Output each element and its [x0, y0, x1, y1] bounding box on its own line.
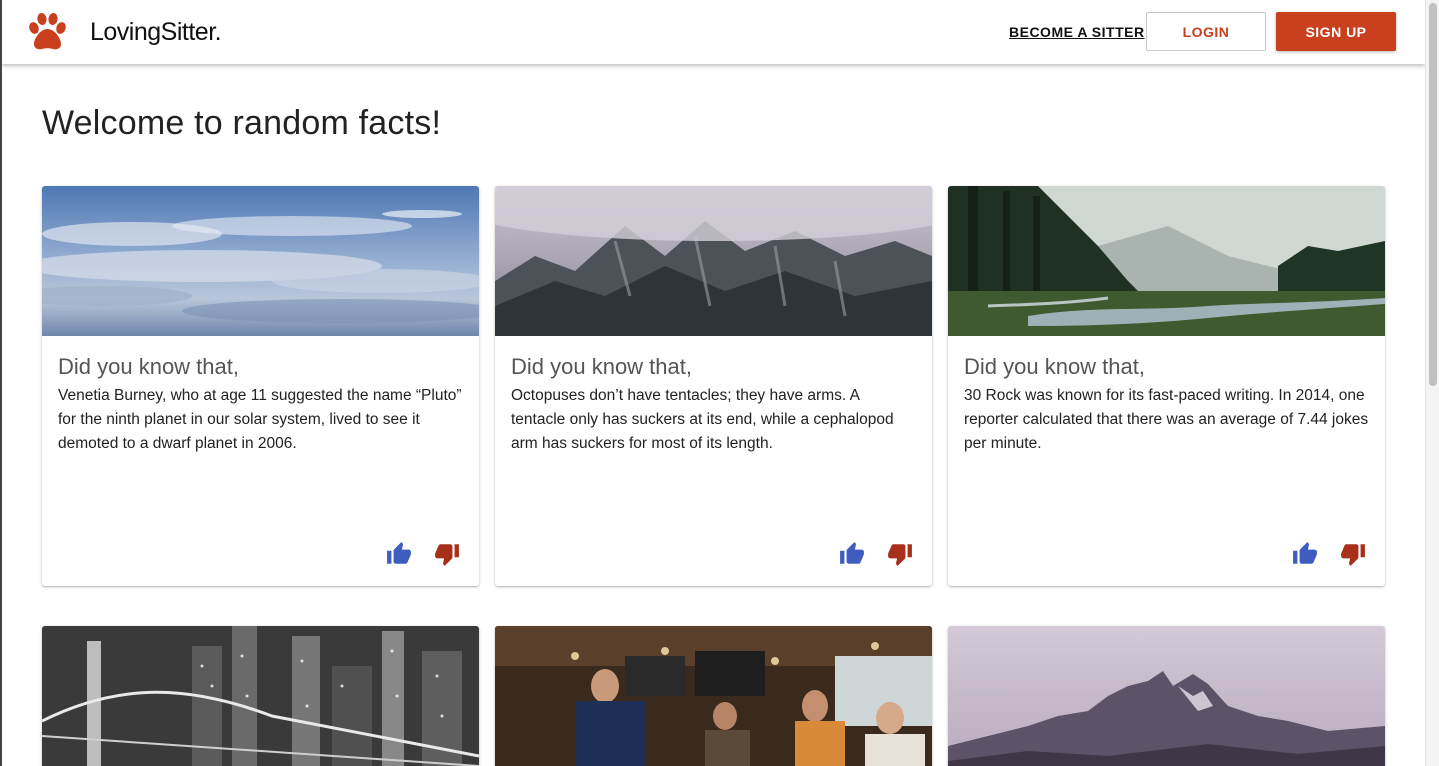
scrollbar-thumb[interactable]: [1429, 3, 1437, 386]
card-fact-text: Octopuses don’t have tentacles; they hav…: [511, 387, 894, 452]
thumbs-up-icon[interactable]: [839, 541, 865, 567]
app-window: LovingSitter. BECOME A SITTER LOGIN SIGN…: [0, 0, 1439, 766]
card-title: Did you know that,: [511, 354, 692, 379]
fact-card: Did you know that, 30 Rock was known for…: [948, 186, 1385, 586]
window-edge: [0, 0, 2, 766]
signup-button[interactable]: SIGN UP: [1276, 12, 1396, 51]
login-button[interactable]: LOGIN: [1146, 12, 1266, 51]
card-fact-text: 30 Rock was known for its fast-paced wri…: [964, 387, 1369, 452]
fact-card: Did you know that, Octopuses don’t have …: [495, 186, 932, 586]
become-sitter-link[interactable]: BECOME A SITTER: [1009, 24, 1145, 40]
thumbs-down-icon[interactable]: [434, 541, 460, 567]
card-image-city-bridge: [42, 626, 479, 766]
card-image-mountains: [495, 186, 932, 336]
vertical-scrollbar[interactable]: [1425, 0, 1439, 766]
thumbs-up-icon[interactable]: [386, 541, 412, 567]
brand-name: LovingSitter.: [90, 17, 222, 46]
fact-card: Did you know that, Venetia Burney, who a…: [42, 186, 479, 586]
card-title: Did you know that,: [964, 354, 1145, 379]
fact-card: [948, 626, 1385, 766]
card-image-sky: [42, 186, 479, 336]
thumbs-up-icon[interactable]: [1292, 541, 1318, 567]
app-header: LovingSitter. BECOME A SITTER LOGIN SIGN…: [2, 0, 1425, 64]
thumbs-down-icon[interactable]: [887, 541, 913, 567]
paw-icon: [26, 12, 68, 52]
card-fact-text: Venetia Burney, who at age 11 suggested …: [58, 387, 462, 452]
card-title: Did you know that,: [58, 354, 239, 379]
card-image-rocky-peaks: [948, 626, 1385, 766]
thumbs-down-icon[interactable]: [1340, 541, 1366, 567]
page-title: Welcome to random facts!: [42, 104, 442, 142]
brand-logo[interactable]: LovingSitter.: [26, 12, 222, 52]
card-image-forest-river: [948, 186, 1385, 336]
fact-card: [495, 626, 932, 766]
card-image-bar-crowd: [495, 626, 932, 766]
fact-card: [42, 626, 479, 766]
